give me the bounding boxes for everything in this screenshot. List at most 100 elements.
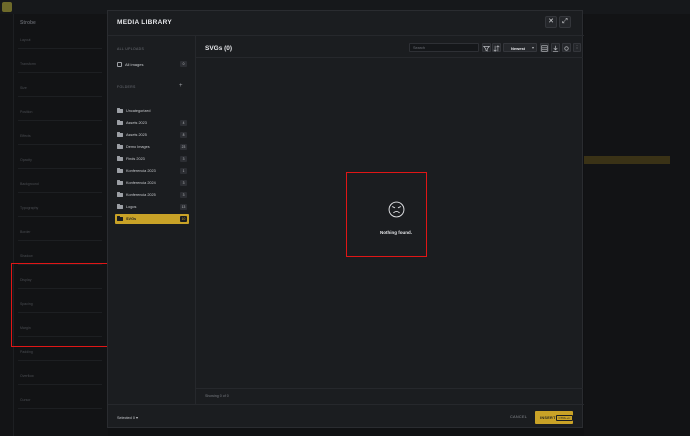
panel-row: Transform [20, 62, 36, 66]
panel-row: Cursor [20, 398, 31, 402]
modal-header: MEDIA LIBRARY ✕ ⤢ [108, 11, 584, 36]
folders-label: FOLDERS [117, 85, 136, 89]
folder-item[interactable]: Konferencia 2025 3 [115, 190, 189, 200]
expand-button[interactable]: ⤢ [559, 16, 571, 28]
panel-row: Padding [20, 350, 33, 354]
folder-count: 3 [180, 156, 187, 162]
folder-item[interactable]: Uncategorized [115, 106, 189, 116]
folder-label: Uncategorized [126, 109, 151, 113]
more-vertical-icon: ⋮ [574, 45, 580, 50]
folder-label: Logos [126, 205, 137, 209]
app-left-rail [0, 14, 14, 436]
folder-count: 1 [180, 168, 187, 174]
add-folder-icon[interactable]: + [179, 83, 183, 89]
grid-icon [541, 44, 548, 52]
folder-count: 10 [180, 216, 187, 222]
cancel-button[interactable]: CANCEL [510, 415, 527, 419]
filter-button[interactable] [482, 43, 491, 52]
insert-shortcut: CTRL+↵ [556, 414, 574, 421]
filter-icon [482, 45, 491, 52]
panel-row: Border [20, 230, 31, 234]
screen: Strobe Layout Transform Size Position Effect… [0, 0, 690, 436]
all-uploads-label: ALL UPLOADS [117, 47, 145, 51]
folder-item[interactable]: Assets 2025 8 [115, 130, 189, 140]
panel-divider [18, 216, 102, 217]
folder-icon [117, 108, 123, 113]
folder-item[interactable]: SVGs 10 [115, 214, 189, 224]
folder-label: Demo Images [126, 145, 150, 149]
folder-label: SVGs [126, 217, 137, 221]
folder-label: Konferencia 2023 [126, 169, 156, 173]
all-images-label: All images [125, 62, 144, 67]
panel-divider [18, 360, 102, 361]
showing-count: Showing 0 of 0 [205, 394, 229, 398]
selected-dropdown[interactable]: Selected 0 ▾ [117, 415, 138, 420]
search-input[interactable] [409, 43, 479, 52]
folder-heading: SVGs (0) [205, 45, 233, 52]
panel-row: Position [20, 110, 33, 114]
toolbar-divider [196, 57, 583, 58]
folder-label: Finds 2023 [126, 157, 145, 161]
folder-item[interactable]: Logos 13 [115, 202, 189, 212]
folder-icon [117, 216, 123, 221]
folder-item[interactable]: Finds 2023 3 [115, 154, 189, 164]
right-panel-highlight [584, 156, 670, 164]
panel-row: Size [20, 86, 27, 90]
chevron-down-icon: ▾ [531, 45, 534, 50]
settings-button[interactable] [562, 43, 571, 52]
folder-label: Konferencia 2025 [126, 193, 156, 197]
insert-label: INSERT [540, 415, 556, 420]
annotation-box-panel [11, 263, 113, 347]
folder-label: Konferencia 2024 [126, 181, 156, 185]
panel-divider [18, 120, 102, 121]
folder-item[interactable]: Konferencia 2024 3 [115, 178, 189, 188]
folder-icon [117, 180, 123, 185]
upload-button[interactable] [551, 43, 560, 52]
folder-count: 13 [180, 204, 187, 210]
media-library-modal: MEDIA LIBRARY ✕ ⤢ ALL UPLOADS All images… [107, 10, 584, 429]
folder-label: Assets 2023 [126, 121, 147, 125]
panel-divider [18, 96, 102, 97]
panel-row: Effects [20, 134, 31, 138]
folder-icon [117, 168, 123, 173]
sort-select[interactable]: Newest ▾ [503, 43, 537, 52]
sort-select-label: Newest [511, 45, 526, 51]
folders-sidebar: ALL UPLOADS All images 0 FOLDERS + Uncat… [108, 36, 196, 404]
more-button[interactable]: ⋮ [573, 43, 581, 52]
folder-count: 23 [180, 144, 187, 150]
modal-footer: Selected 0 ▾ CANCEL INSERT CTRL+↵ [108, 404, 584, 429]
folder-label: Assets 2025 [126, 133, 147, 137]
folder-icon [117, 144, 123, 149]
folder-item[interactable]: Assets 2023 4 [115, 118, 189, 128]
all-images-count: 0 [180, 61, 187, 67]
app-logo-icon [2, 2, 12, 12]
panel-divider [18, 72, 102, 73]
main-footer-divider [196, 388, 583, 389]
folder-item[interactable]: Demo Images 23 [115, 142, 189, 152]
folder-icon [117, 132, 123, 137]
panel-divider [18, 48, 102, 49]
grid-view-button[interactable] [540, 43, 549, 52]
folder-count: 8 [180, 132, 187, 138]
folder-icon [117, 156, 123, 161]
panel-title: Strobe [20, 20, 36, 26]
panel-row: Typography [20, 206, 39, 210]
panel-divider [18, 240, 102, 241]
app-right-panel [584, 14, 690, 436]
panel-row: Overflow [20, 374, 34, 378]
close-button[interactable]: ✕ [545, 16, 557, 28]
sort-direction-button[interactable] [492, 43, 501, 52]
insert-button[interactable]: INSERT CTRL+↵ [535, 411, 574, 424]
folder-icon [117, 120, 123, 125]
download-icon [553, 45, 558, 52]
folder-icon [117, 192, 123, 197]
all-images-item[interactable]: All images 0 [115, 60, 189, 69]
folder-item[interactable]: Konferencia 2023 1 [115, 166, 189, 176]
folder-count: 3 [180, 192, 187, 198]
folder-count: 3 [180, 180, 187, 186]
panel-row: Background [20, 182, 39, 186]
panel-row: Shadow [20, 254, 33, 258]
expand-icon: ⤢ [562, 18, 568, 25]
panel-divider [18, 192, 102, 193]
image-icon [117, 62, 122, 67]
